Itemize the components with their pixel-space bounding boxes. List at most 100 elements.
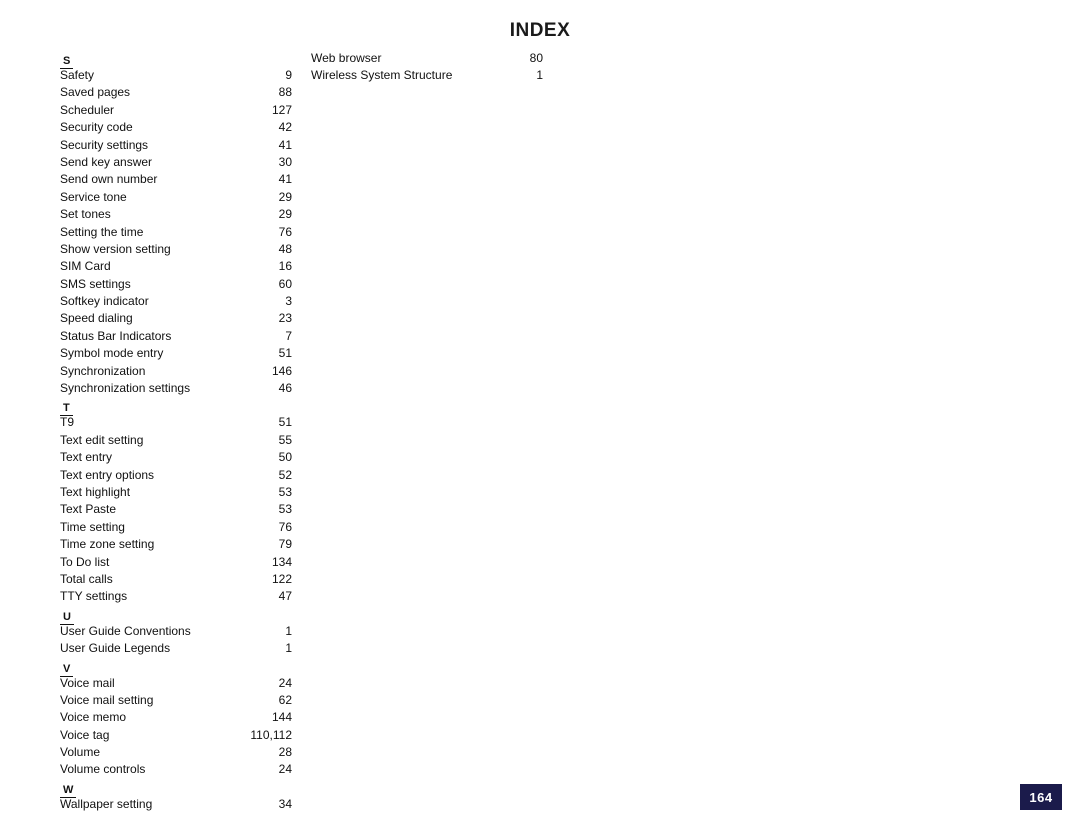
index-entry-label: TTY settings [60,589,128,604]
index-entry[interactable]: Speed dialing 23 [60,310,292,327]
index-entry[interactable]: User Guide Legends 1 [60,640,292,657]
index-entry[interactable]: Softkey indicator 3 [60,293,292,310]
index-entry-label: Synchronization [60,363,146,378]
index-entry-page: 51 [278,346,292,361]
index-entry-label: Show version setting [60,241,171,256]
index-entry-label: Wallpaper setting [60,796,153,811]
index-entry[interactable]: Safety 9 [60,67,292,84]
index-entry-page: 88 [278,85,292,100]
index-entry[interactable]: T9 51 [60,414,292,431]
index-entry-page: 144 [271,710,292,725]
index-entry-page: 24 [278,675,292,690]
index-entry[interactable]: Set tones 29 [60,206,292,223]
index-entry-page: 42 [278,120,292,135]
index-entry-label: Status Bar Indicators [60,328,172,343]
index-entry-label: Saved pages [60,85,131,100]
index-entry[interactable]: Wallpaper setting 34 [60,796,292,813]
index-entry-label: Text entry [60,450,113,465]
index-entry-page: 62 [278,692,292,707]
index-entry[interactable]: Security code 42 [60,119,292,136]
index-entry[interactable]: Volume controls 24 [60,761,292,778]
index-entry[interactable]: Text Paste 53 [60,501,292,518]
index-entry-label: Send own number [60,172,158,187]
index-entry-label: Safety [60,68,95,82]
index-entry[interactable]: Setting the time 76 [60,224,292,241]
index-entry-page: 134 [271,554,292,569]
index-entry-page: 1 [285,623,292,638]
index-entry[interactable]: Text edit setting 55 [60,432,292,449]
index-entry-page: 47 [278,589,292,604]
index-section-letter-row: V [60,658,292,677]
index-section-letter-row: T [60,397,292,417]
index-entry-page: 41 [278,172,292,187]
index-entry[interactable]: User Guide Conventions 1 [60,623,292,640]
index-entry[interactable]: Time setting 76 [60,519,292,536]
index-entry[interactable]: Send own number 41 [60,171,292,188]
index-entry-label: User Guide Conventions [60,623,191,638]
index-entry-page: 24 [278,762,292,777]
index-entry[interactable]: Text entry 50 [60,449,292,466]
index-entry-page: 29 [278,207,292,222]
index-entry-label: Security settings [60,137,149,152]
index-section-letter-row: U [60,606,292,625]
index-entry-page: 60 [278,276,292,291]
index-entry-page: 3 [285,294,292,309]
index-entry[interactable]: Wireless System Structure 1 [311,67,543,84]
index-entry-label: Wireless System Structure [311,68,453,83]
index-entry[interactable]: Voice tag 110,112 [60,727,292,744]
index-entry-page: 76 [278,224,292,239]
index-entry[interactable]: Web browser 80 [311,50,543,67]
index-entry-label: Send key answer [60,154,153,169]
index-entry-page: 16 [278,259,292,274]
index-entry-page: 7 [285,328,292,343]
index-entry-label: Voice memo [60,710,127,725]
index-entry[interactable]: Security settings 41 [60,137,292,154]
index-entry[interactable]: Voice memo 144 [60,709,292,726]
index-entry-page: 50 [278,450,292,465]
index-entry-label: Setting the time [60,224,144,239]
index-entry-label: Voice tag [60,727,110,742]
index-entry[interactable]: Voice mail setting 62 [60,692,292,709]
index-entry[interactable]: Synchronization settings 46 [60,380,292,397]
index-entry-label: Set tones [60,207,111,222]
index-entry-label: Synchronization settings [60,381,191,396]
index-entry[interactable]: To Do list 134 [60,554,292,571]
index-entry[interactable]: Voice mail 24 [60,675,292,692]
index-entry[interactable]: SMS settings 60 [60,276,292,293]
index-entry[interactable]: Synchronization 146 [60,363,292,380]
index-entry-label: Volume controls [60,762,146,777]
index-entry-page: 146 [271,363,292,378]
index-entry[interactable]: Total calls 122 [60,571,292,588]
index-entry[interactable]: Volume 28 [60,744,292,761]
index-entry-page: 52 [278,467,292,482]
index-entry[interactable]: Symbol mode entry 51 [60,345,292,362]
index-entry[interactable]: Text entry options 52 [60,467,292,484]
index-entry-label: Voice mail [60,675,115,690]
index-entry[interactable]: Show version setting 48 [60,241,292,258]
index-entry[interactable]: Service tone 29 [60,189,292,206]
index-entry-page: 9 [285,68,292,82]
index-entry-label: Total calls [60,571,113,586]
index-entry-label: Text entry options [60,467,155,482]
index-entry[interactable]: Send key answer 30 [60,154,292,171]
index-entry-page: 110,112 [250,727,292,742]
index-entry[interactable]: Scheduler 127 [60,102,292,119]
index-entry-page: 76 [278,519,292,534]
index-entry-label: Time setting [60,519,125,534]
index-column-right: Web browser 80 Wireless System Structure 1 [311,50,543,85]
index-entry-label: Text Paste [60,502,117,517]
index-entry-page: 1 [285,641,292,656]
index-section-letter-row: W [60,779,292,798]
index-entry-page: 41 [278,137,292,152]
index-entry-page: 122 [271,571,292,586]
index-entry[interactable]: Time zone setting 79 [60,536,292,553]
index-column-left: S Safety 9 Saved pages 88 Scheduler 127 Securit… [60,50,292,813]
index-entry-label: Scheduler [60,102,115,117]
index-entry-page: 1 [536,68,543,83]
index-entry-label: T9 [60,415,75,430]
index-entry[interactable]: Text highlight 53 [60,484,292,501]
index-entry[interactable]: TTY settings 47 [60,588,292,605]
index-entry[interactable]: Status Bar Indicators 7 [60,328,292,345]
index-entry[interactable]: SIM Card 16 [60,258,292,275]
index-entry[interactable]: Saved pages 88 [60,84,292,101]
